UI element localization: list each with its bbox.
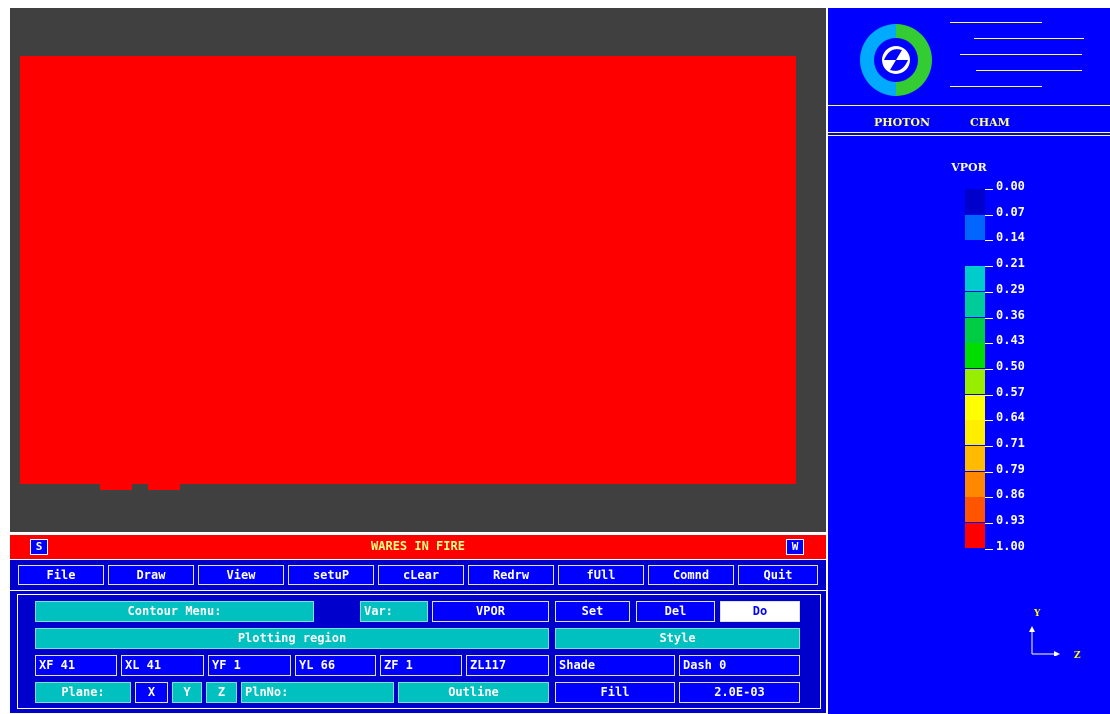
menu-command-button[interactable]: Comnd [648, 565, 734, 585]
brand-photon: PHOTON [874, 116, 931, 129]
legend-tick-mark [985, 523, 993, 525]
menu-quit-button[interactable]: Quit [738, 565, 818, 585]
case-title: WARES IN FIRE [371, 539, 465, 553]
plane-y-button[interactable]: Y [172, 682, 202, 703]
yl-field[interactable]: YL 66 [295, 655, 376, 676]
title-bar: S WARES IN FIRE W [10, 535, 826, 559]
style-header: Style [555, 628, 800, 649]
xl-field[interactable]: XL 41 [121, 655, 204, 676]
legend-tick-label: 0.71 [996, 436, 1025, 450]
contour-field [20, 56, 796, 484]
shade-button[interactable]: Shade [555, 655, 675, 676]
legend-tick-label: 0.29 [996, 281, 1025, 296]
legend-tick-mark [985, 497, 993, 499]
fill-value-field[interactable]: 2.0E-03 [679, 682, 800, 703]
legend-tick-label: 0.79 [996, 461, 1025, 476]
legend-tick-mark [985, 446, 993, 447]
plane-x-button[interactable]: X [135, 682, 168, 703]
del-button[interactable]: Del [636, 601, 715, 622]
graphics-viewport[interactable] [10, 8, 826, 532]
legend-swatch [965, 214, 985, 240]
legend-tick-mark [985, 291, 993, 293]
legend-tick-label: 0.64 [996, 410, 1025, 425]
menu-clear-button[interactable]: cLear [378, 565, 464, 585]
w-button[interactable]: W [786, 539, 804, 555]
legend-tick-mark [985, 317, 993, 319]
menu-view-button[interactable]: View [198, 565, 284, 585]
legend-tick-label: 0.86 [996, 487, 1025, 502]
legend-tick-mark [985, 214, 993, 216]
geometry-notch [100, 484, 132, 490]
outline-button[interactable]: Outline [398, 682, 549, 703]
legend-swatch [965, 497, 985, 523]
legend-swatch [965, 291, 985, 317]
axis-z-label: Z [1074, 651, 1081, 661]
menu-draw-button[interactable]: Draw [108, 565, 194, 585]
plotting-region-header: Plotting region [35, 628, 549, 649]
var-label: Var: [360, 601, 428, 622]
legend-tick-mark [985, 266, 993, 268]
legend-swatch [965, 343, 985, 369]
menu-setup-button[interactable]: setuP [288, 565, 374, 585]
logo-area [828, 8, 1110, 105]
legend-swatch [965, 394, 985, 420]
legend-tick-mark [985, 240, 993, 242]
legend-tick-label: 0.43 [996, 333, 1025, 348]
legend-variable-label: VPOR [951, 161, 987, 174]
plane-z-button[interactable]: Z [206, 682, 237, 703]
cham-logo-icon [860, 24, 932, 96]
legend-tick-mark [985, 343, 993, 345]
menu-full-button[interactable]: fUll [558, 565, 644, 585]
legend-tick-label: 0.21 [996, 256, 1025, 271]
menu-file-button[interactable]: File [18, 565, 104, 585]
legend-tick-label: 0.57 [996, 384, 1025, 399]
side-panel: PHOTON CHAM VPOR 0.00 0.07 0.14 0.21 0.29 0.3… [828, 8, 1110, 714]
legend-tick-label: 1.00 [996, 538, 1025, 553]
menu-redraw-button[interactable]: Redrw [468, 565, 554, 585]
contour-menu-label: Contour Menu: [35, 601, 314, 622]
legend-tick-label: 0.50 [996, 358, 1025, 373]
legend-swatch [965, 368, 985, 394]
brand-cham: CHAM [970, 116, 1010, 129]
legend-swatch [965, 446, 985, 471]
xf-field[interactable]: XF 41 [35, 655, 117, 676]
legend-swatch [965, 523, 985, 549]
legend-swatch [965, 189, 985, 214]
legend-tick-label: 0.00 [996, 179, 1025, 193]
var-value-field[interactable]: VPOR [432, 601, 549, 622]
zl-field[interactable]: ZL117 [466, 655, 549, 676]
legend-swatch [965, 317, 985, 343]
do-button[interactable]: Do [720, 601, 800, 622]
geometry-notch [148, 484, 180, 490]
legend-tick-label: 0.07 [996, 204, 1025, 219]
dash-button[interactable]: Dash 0 [679, 655, 800, 676]
fill-button[interactable]: Fill [555, 682, 675, 703]
zf-field[interactable]: ZF 1 [380, 655, 462, 676]
legend-swatch [965, 420, 985, 446]
legend-tick-mark [985, 368, 993, 370]
legend-swatch [965, 266, 985, 292]
axis-y-label: Y [1034, 609, 1041, 619]
legend-tick-mark [985, 471, 993, 473]
axis-triad-icon [1029, 626, 1060, 656]
plane-label: Plane: [35, 682, 131, 703]
legend-swatch [965, 471, 985, 497]
legend-tick-label: 0.14 [996, 230, 1025, 245]
set-button[interactable]: Set [555, 601, 630, 622]
yf-field[interactable]: YF 1 [208, 655, 291, 676]
plane-number-field[interactable]: PlnNo: [241, 682, 394, 703]
legend-tick-label: 0.93 [996, 513, 1025, 528]
legend-tick-label: 0.36 [996, 307, 1025, 322]
menu-bar: File Draw View setuP cLear Redrw fUll Co… [10, 560, 826, 590]
legend-tick-mark [985, 548, 993, 550]
legend-tick-mark [985, 394, 993, 396]
legend-tick-mark [985, 420, 993, 422]
legend-tick-mark [985, 189, 993, 190]
legend-swatch [965, 240, 985, 266]
